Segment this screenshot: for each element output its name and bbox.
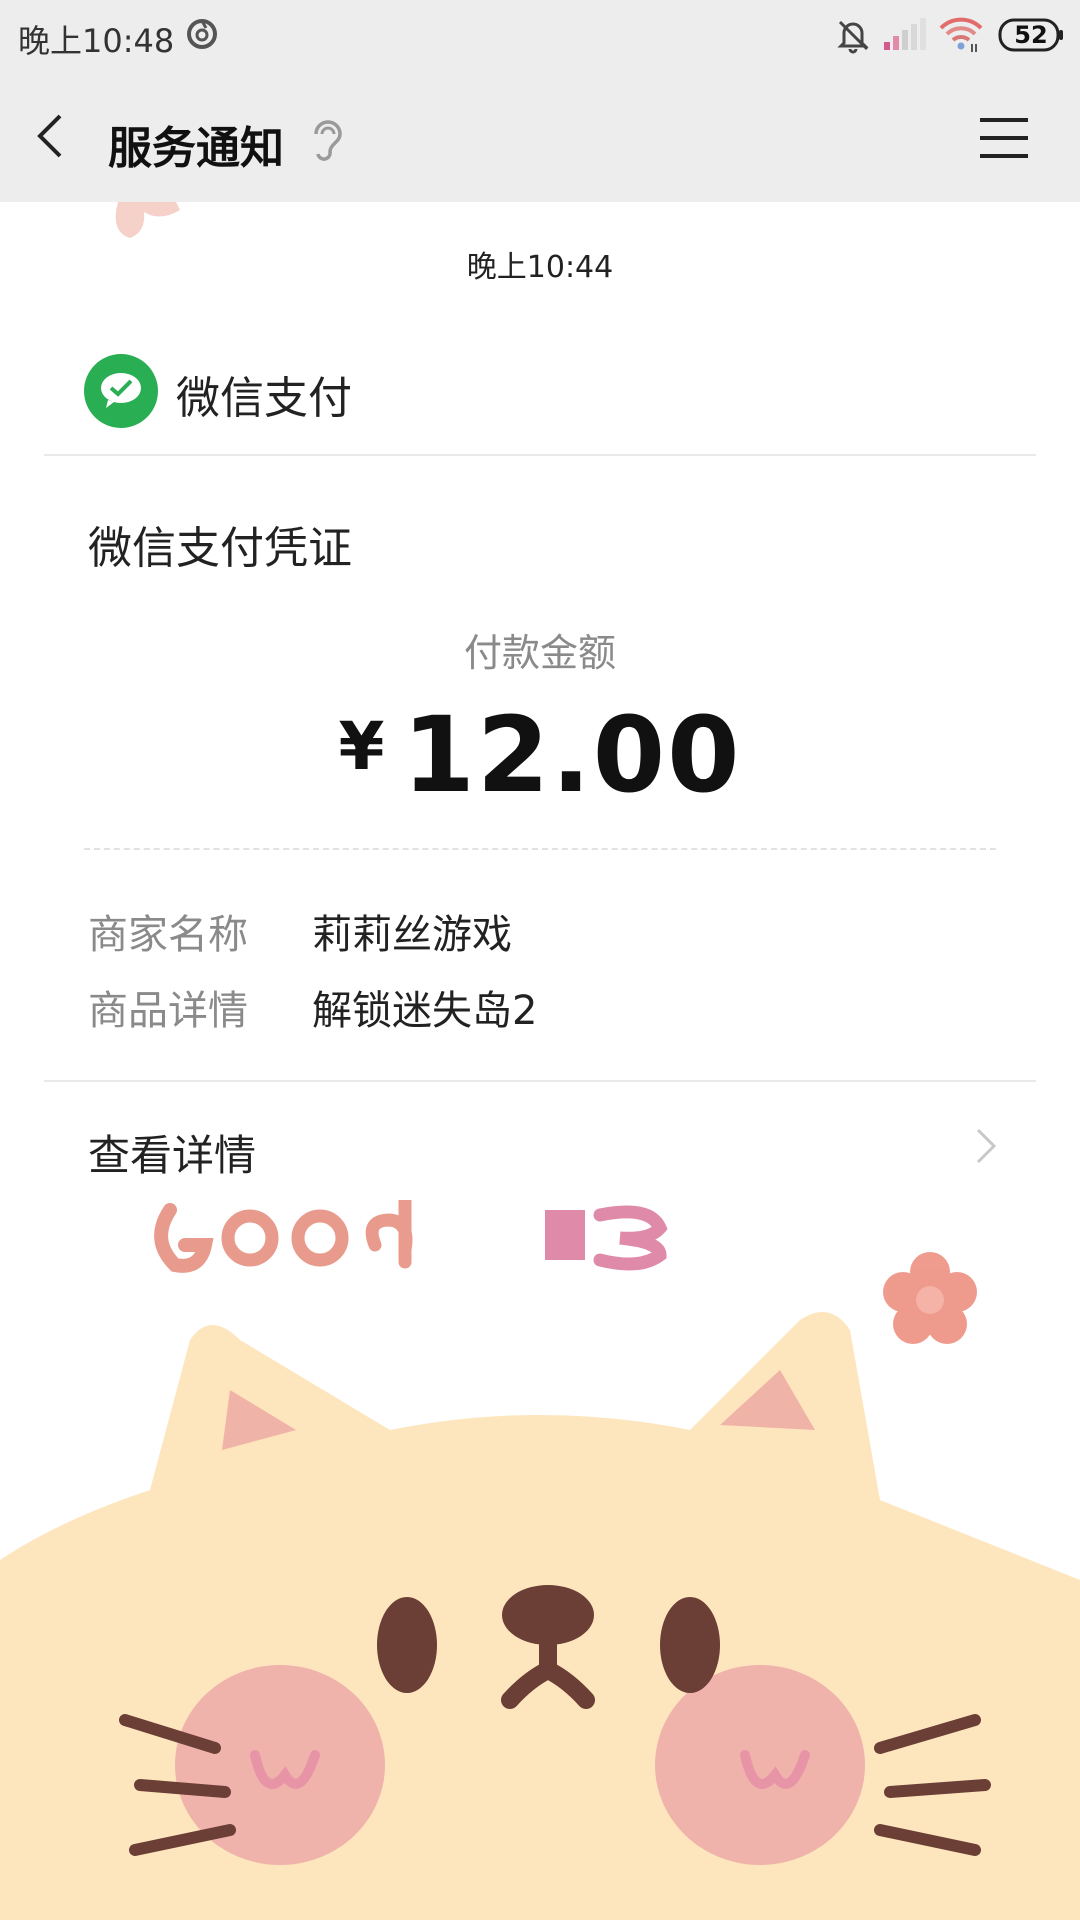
field-key: 商家名称 [88,912,248,958]
card-title: 微信支付凭证 [88,523,352,574]
battery-level: 52 [1014,21,1048,49]
wallpaper-illustration [0,1193,1080,1920]
currency-symbol: ¥ [338,708,385,785]
wifi-icon [938,14,984,58]
field-value: 解锁迷失岛2 [312,988,538,1034]
chevron-right-icon [974,1126,998,1170]
app-logo-icon [184,16,220,56]
chat-content: 晚上10:44 微信支付 微信支付凭证 付款金额 ¥12.00 商家名称 莉莉丝… [0,202,1080,1920]
status-bar: 晚上10:48 52 [0,0,1080,72]
back-icon[interactable] [30,108,70,168]
nav-bar: 服务通知 [0,72,1080,202]
flower-decoration [883,1252,977,1344]
dashed-divider [84,848,996,850]
mute-bell-icon [834,16,872,58]
field-value: 莉莉丝游戏 [312,912,512,958]
field-key: 商品详情 [88,988,248,1034]
message-timestamp: 晚上10:44 [466,250,614,285]
good-lettering-decoration [154,1193,668,1273]
view-details-link[interactable]: 查看详情 [44,1082,1036,1202]
flower-decoration [110,202,210,246]
page-title: 服务通知 [108,123,284,174]
card-header: 微信支付 [44,302,1036,456]
battery-icon: 52 [998,18,1064,52]
ear-icon[interactable] [308,116,344,166]
status-time: 晚上10:48 [18,22,175,60]
card-source-name: 微信支付 [176,373,352,424]
payment-card[interactable]: 微信支付 微信支付凭证 付款金额 ¥12.00 商家名称 莉莉丝游戏 商品详情 … [44,302,1036,1302]
amount-value: 12.00 [402,694,742,816]
payment-amount: ¥12.00 [44,694,1036,816]
view-details-label: 查看详情 [88,1131,257,1180]
amount-label: 付款金额 [463,631,616,675]
menu-icon[interactable] [978,114,1030,166]
signal-icon [882,18,926,56]
wechat-pay-icon [84,354,158,428]
